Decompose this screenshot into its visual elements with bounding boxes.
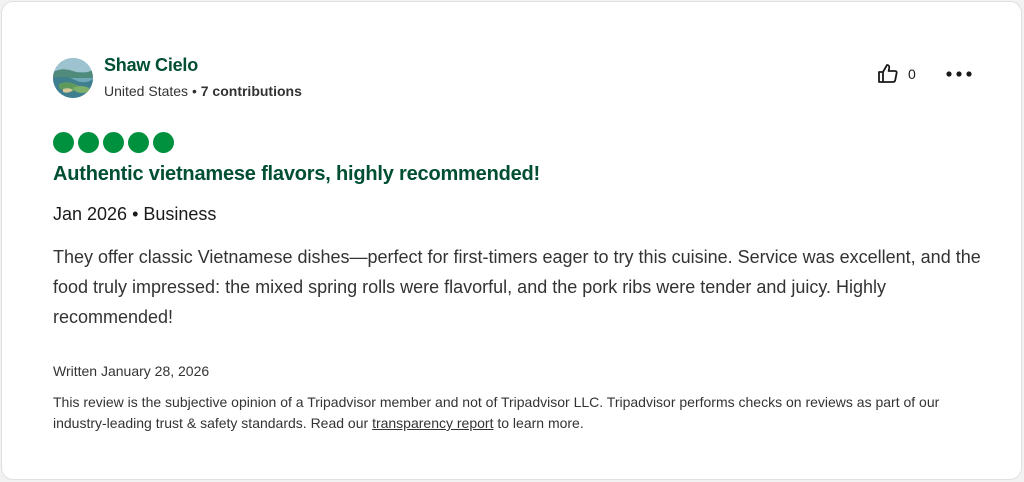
trip-info: Jan 2026 • Business: [53, 204, 217, 224]
reviewer-contributions[interactable]: 7 contributions: [201, 83, 302, 99]
rating-bubbles: [53, 132, 174, 153]
reviewer-meta: United States • 7 contributions: [104, 83, 302, 99]
rating-bubble: [53, 132, 74, 153]
transparency-report-link[interactable]: transparency report: [372, 415, 493, 431]
reviewer-location: United States: [104, 83, 189, 99]
review-title[interactable]: Authentic vietnamese flavors, highly rec…: [53, 163, 540, 186]
reviewer-name[interactable]: Shaw Cielo: [104, 55, 198, 76]
disclaimer-text-end: to learn more.: [493, 415, 584, 431]
rating-bubble: [103, 132, 124, 153]
review-text: They offer classic Vietnamese dishes—per…: [53, 247, 981, 327]
rating-bubble: [128, 132, 149, 153]
reviewer-avatar[interactable]: [53, 58, 93, 98]
avatar-landscape-image: [53, 58, 93, 98]
review-card: Shaw Cielo United States • 7 contributio…: [1, 1, 1022, 480]
helpful-count: 0: [908, 66, 916, 82]
more-horizontal-icon: [946, 71, 972, 77]
meta-separator: •: [188, 83, 201, 99]
written-date: Written January 28, 2026: [53, 363, 210, 379]
rating-bubble: [153, 132, 174, 153]
rating-bubble: [78, 132, 99, 153]
thumbs-up-icon: [878, 64, 898, 83]
review-disclaimer: This review is the subjective opinion of…: [53, 392, 973, 434]
helpful-vote-button[interactable]: 0: [876, 62, 916, 86]
more-options-button[interactable]: [944, 62, 974, 86]
